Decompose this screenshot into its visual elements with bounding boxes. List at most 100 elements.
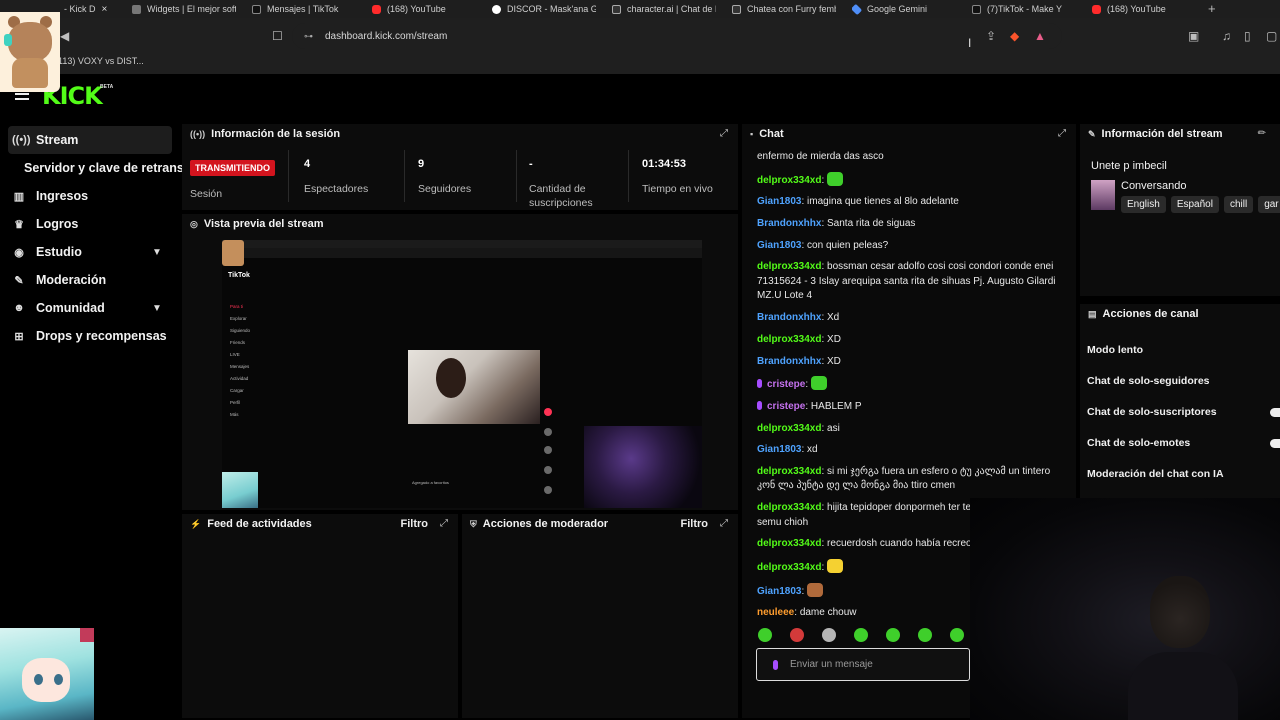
stream-preview-video[interactable]: TikTok Para ti Explorar Siguiendo Friend…	[222, 240, 702, 508]
popout-icon[interactable]: ⤢	[440, 518, 448, 529]
emote-picker-icon[interactable]	[790, 628, 804, 642]
emotes-only-switch[interactable]	[1270, 439, 1280, 448]
chat-message[interactable]: Gian1803: imagina que tienes al 8lo adel…	[757, 195, 1067, 210]
chat-message[interactable]: Brandonxhhx: XD	[757, 355, 1067, 370]
bookmark-item[interactable]: 113) VOXY vs DIST...	[58, 56, 144, 66]
sidebar-item-estudio[interactable]: ◉ Estudio ▼	[0, 238, 180, 266]
stream-tag[interactable]: gar	[1258, 196, 1280, 213]
sidebar-item-stream[interactable]: ((•)) Stream	[8, 126, 172, 154]
chat-username[interactable]: cristepe	[767, 401, 805, 412]
filter-button[interactable]: Filtro	[681, 518, 709, 530]
browser-tab[interactable]: Google Gemini	[852, 0, 956, 18]
sidebar-toggle-icon[interactable]: ▯	[1244, 29, 1251, 43]
subscribers-only-switch[interactable]	[1270, 408, 1280, 417]
emote-picker-icon[interactable]	[950, 628, 964, 642]
browser-tab[interactable]: (7)TikTok - Make Y	[972, 0, 1076, 18]
chat-message[interactable]: Brandonxhhx: Xd	[757, 311, 1067, 326]
chat-username[interactable]: Gian1803	[757, 240, 801, 251]
sidebar-item-drops[interactable]: ⊞ Drops y recompensas	[0, 322, 180, 350]
chat-username[interactable]: delprox334xd	[757, 334, 821, 345]
chat-message[interactable]: delprox334xd: asi	[757, 422, 1067, 437]
stream-tag[interactable]: Español	[1170, 196, 1219, 213]
chat-message[interactable]: Gian1803: con quien peleas?	[757, 239, 1067, 254]
chat-message[interactable]: enfermo de mierda das asco	[757, 150, 1067, 165]
site-info-icon[interactable]: ⊶	[304, 31, 313, 42]
slow-mode-toggle[interactable]: Modo lento	[1087, 344, 1143, 356]
chat-username[interactable]: neuleee	[757, 607, 794, 618]
filter-button[interactable]: Filtro	[401, 518, 429, 530]
chat-username[interactable]: delprox334xd	[757, 175, 821, 186]
emote-picker-icon[interactable]	[886, 628, 900, 642]
sidebar-item-moderacion[interactable]: ✎ Moderación	[0, 266, 180, 294]
window-icon[interactable]: ▢	[1266, 29, 1277, 43]
emote-picker-icon[interactable]	[758, 628, 772, 642]
stream-tag[interactable]: English	[1121, 196, 1166, 213]
browser-tab[interactable]: Widgets | El mejor soft	[132, 0, 236, 18]
chat-username[interactable]: delprox334xd	[757, 423, 821, 434]
chat-username[interactable]: delprox334xd	[757, 466, 821, 477]
emote-picker-icon[interactable]	[822, 628, 836, 642]
emote-picker-icon[interactable]	[854, 628, 868, 642]
emotes-only-toggle[interactable]: Chat de solo-emotes	[1087, 437, 1190, 449]
chat-message[interactable]: delprox334xd: XD	[757, 333, 1067, 348]
url-text[interactable]: dashboard.kick.com/stream	[325, 31, 447, 42]
close-tab-icon[interactable]: ×	[102, 4, 108, 15]
divider	[404, 150, 405, 202]
browser-tab[interactable]: (168) YouTube	[1092, 0, 1196, 18]
chat-username[interactable]: Gian1803	[757, 586, 801, 597]
chat-text: asi	[827, 422, 840, 434]
chat-username[interactable]: delprox334xd	[757, 502, 821, 513]
sidebar-item-ingresos[interactable]: ▥ Ingresos	[0, 182, 180, 210]
stream-icon: ((•))	[12, 134, 31, 146]
chat-username[interactable]: Brandonxhhx	[757, 312, 821, 323]
browser-tab[interactable]: (168) YouTube	[372, 0, 476, 18]
chat-username[interactable]: delprox334xd	[757, 261, 821, 272]
chat-username[interactable]: delprox334xd	[757, 562, 821, 573]
chat-username[interactable]: delprox334xd	[757, 538, 821, 549]
chat-message[interactable]: cristepe: HABLEM P	[757, 400, 1067, 415]
share-icon[interactable]: ⇪	[986, 29, 996, 43]
chat-message[interactable]: delprox334xd:	[757, 171, 1067, 189]
subscribers-only-toggle[interactable]: Chat de solo-suscriptores	[1087, 406, 1217, 418]
chat-message[interactable]: cristepe:	[757, 376, 1067, 393]
new-tab-button[interactable]: +	[1208, 1, 1216, 16]
chat-username[interactable]: Gian1803	[757, 196, 801, 207]
chat-username[interactable]: Gian1803	[757, 444, 801, 455]
emote-picker-icon[interactable]	[918, 628, 932, 642]
chat-username[interactable]: cristepe	[767, 379, 805, 390]
extensions-icon[interactable]: ▣	[1188, 29, 1199, 43]
chat-message[interactable]: delprox334xd: bossman cesar adolfo cosi …	[757, 260, 1067, 304]
stream-category[interactable]: Conversando	[1121, 180, 1186, 192]
chat-username[interactable]: Brandonxhhx	[757, 356, 821, 367]
browser-tab[interactable]: Chatea con Furry femb	[732, 0, 836, 18]
chat-message-input[interactable]	[790, 659, 960, 670]
chat-username[interactable]: Brandonxhhx	[757, 218, 821, 229]
popout-icon[interactable]: ⤢	[720, 518, 728, 529]
bookmark-star-icon[interactable]: ☐	[272, 29, 283, 43]
browser-tab[interactable]: - Kick D ×	[64, 0, 120, 18]
chevron-down-icon[interactable]: ▼	[152, 303, 162, 314]
popout-icon[interactable]: ⤢	[1058, 128, 1066, 139]
sidebar-item-stream-key[interactable]: Servidor y clave de retransmisión	[0, 154, 224, 182]
browser-tab[interactable]: Mensajes | TikTok	[252, 0, 356, 18]
chevron-down-icon[interactable]: ▼	[152, 247, 162, 258]
ai-moderation-toggle[interactable]: Moderación del chat con IA	[1087, 468, 1224, 480]
chat-message[interactable]: delprox334xd: si mi ჯერგა fuera un esfer…	[757, 465, 1067, 494]
browser-tab[interactable]: character.ai | Chat de I	[612, 0, 716, 18]
chat-message[interactable]: Brandonxhhx: Santa rita de siguas	[757, 217, 1067, 232]
brave-shield-icon[interactable]: ◆	[1010, 29, 1019, 43]
chat-message[interactable]: Gian1803: xd	[757, 443, 1067, 458]
address-bar[interactable]: ⊶ dashboard.kick.com/stream	[292, 23, 1062, 49]
stat-live-time: 01:34:53 Tiempo en vivo	[642, 158, 713, 195]
browser-tab[interactable]: DISCOR - Mask'ana Go	[492, 0, 596, 18]
media-icon[interactable]: ♫	[1222, 29, 1231, 43]
followers-only-toggle[interactable]: Chat de solo-seguidores	[1087, 375, 1210, 387]
popout-icon[interactable]: ⤢	[720, 128, 728, 139]
sidebar-item-logros[interactable]: ♛ Logros	[0, 210, 180, 238]
sidebar-item-comunidad[interactable]: ☻ Comunidad ▼	[0, 294, 180, 322]
edit-icon[interactable]: ✏	[1258, 128, 1266, 139]
brave-rewards-icon[interactable]: ▲	[1034, 29, 1046, 43]
chat-input-box[interactable]	[756, 648, 970, 681]
stream-tag[interactable]: chill	[1223, 196, 1254, 213]
back-icon[interactable]: ◀	[60, 29, 69, 43]
